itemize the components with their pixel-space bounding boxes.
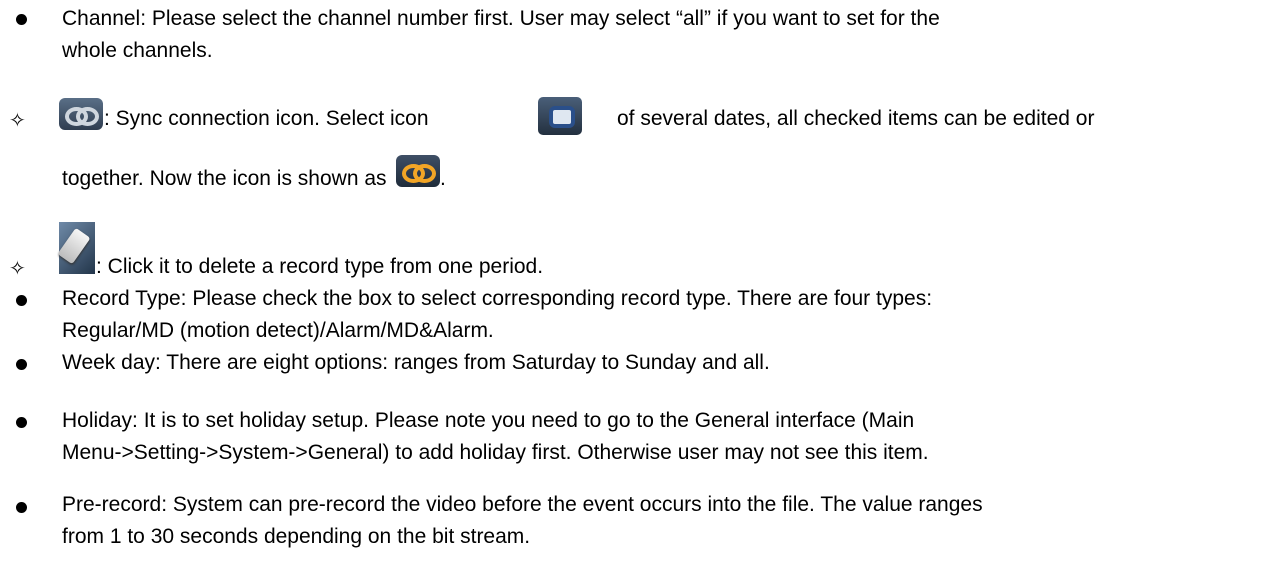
- text-line: whole channels.: [62, 39, 213, 62]
- text-line: together. Now the icon is shown as: [62, 167, 387, 190]
- sync-connection-icon: [59, 98, 103, 130]
- text-line: : Sync connection icon. Select icon: [104, 107, 429, 130]
- checkbox-icon: [538, 97, 582, 135]
- text-line: Channel: Please select the channel numbe…: [62, 7, 940, 30]
- bullet-icon: [16, 14, 27, 25]
- text-line: Regular/MD (motion detect)/Alarm/MD&Alar…: [62, 319, 494, 342]
- text-line: of several dates, all checked items can …: [617, 107, 1095, 130]
- text-line: Menu->Setting->System->General) to add h…: [62, 441, 929, 464]
- sync-connection-active-icon: [396, 155, 440, 187]
- text-line: from 1 to 30 seconds depending on the bi…: [62, 525, 531, 548]
- bullet-icon: [16, 359, 27, 370]
- text-line: Holiday: It is to set holiday setup. Ple…: [62, 409, 915, 432]
- text-line: Week day: There are eight options: range…: [62, 351, 770, 374]
- eraser-icon: [57, 222, 95, 274]
- text-line: Record Type: Please check the box to sel…: [62, 287, 933, 310]
- bullet-icon: [16, 502, 27, 513]
- text-line: : Click it to delete a record type from …: [96, 255, 544, 278]
- diamond-icon: ✧: [9, 108, 26, 132]
- text-line: Pre-record: System can pre-record the vi…: [62, 493, 983, 516]
- bullet-icon: [16, 295, 27, 306]
- bullet-icon: [16, 417, 27, 428]
- diamond-icon: ✧: [9, 256, 26, 280]
- text-line: .: [440, 167, 446, 190]
